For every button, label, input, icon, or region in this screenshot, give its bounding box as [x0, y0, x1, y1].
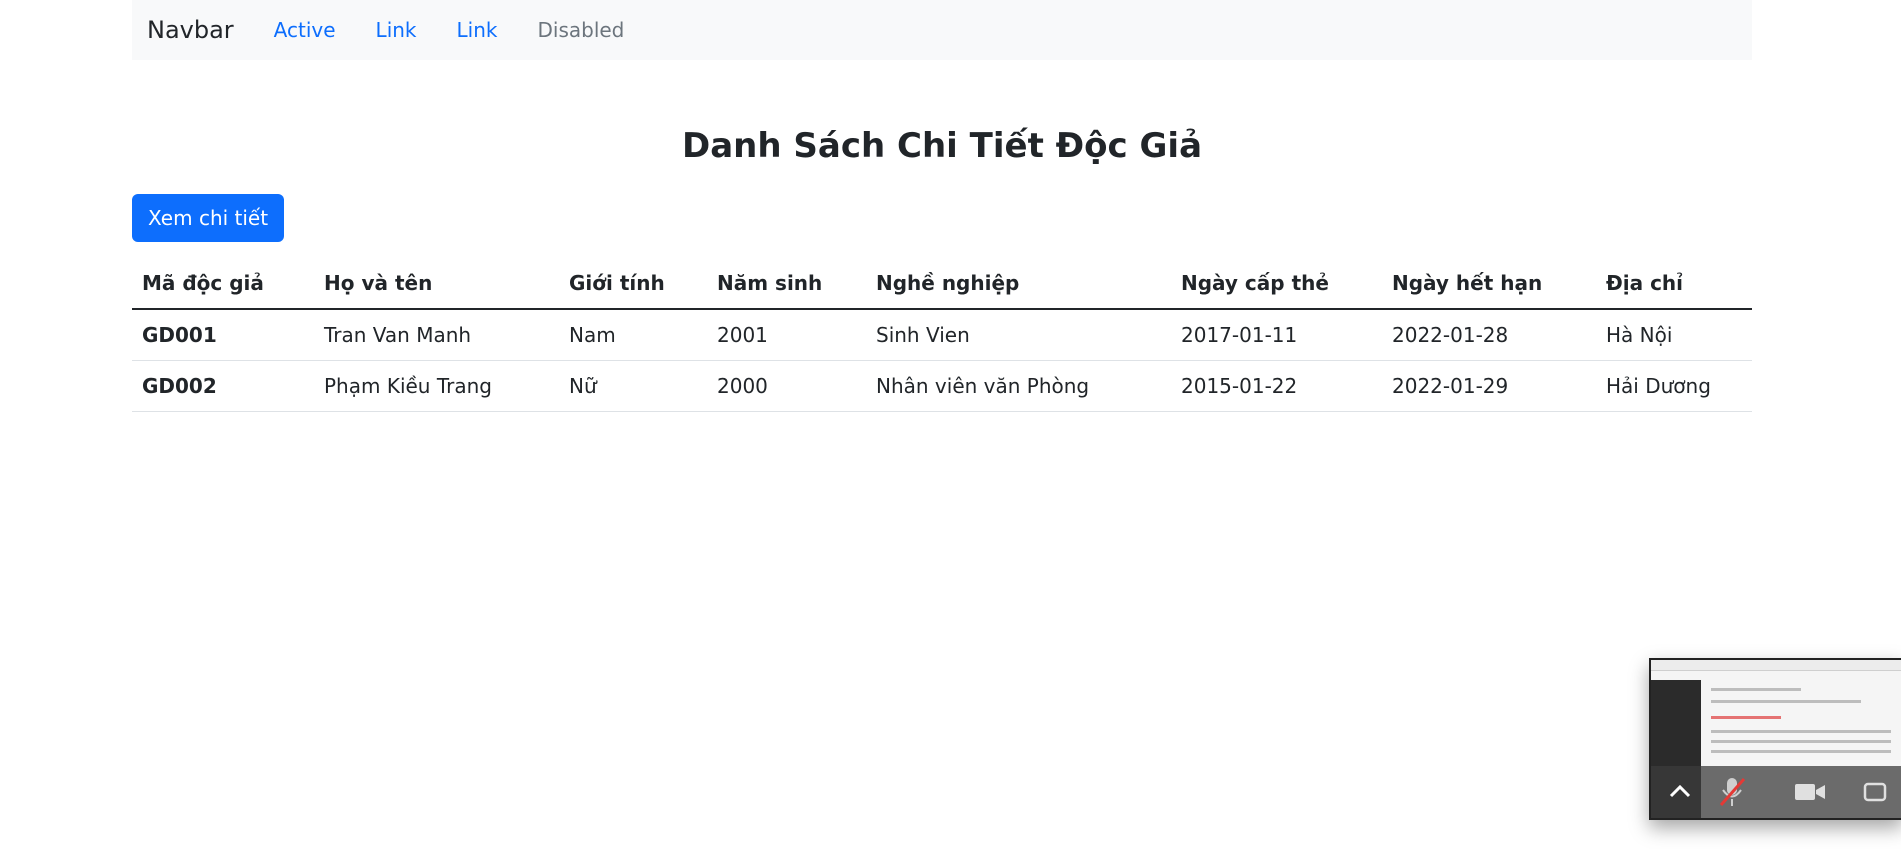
table-cell: GD001 — [132, 309, 314, 361]
table-cell: Sinh Vien — [866, 309, 1171, 361]
table-cell: 2000 — [707, 360, 866, 412]
table-cell: 2022-01-28 — [1382, 309, 1596, 361]
column-header: Năm sinh — [707, 258, 866, 310]
navbar: Navbar Active Link Link Disabled — [132, 0, 1752, 60]
share-screen-icon[interactable] — [1851, 769, 1897, 815]
table-cell: Phạm Kiều Trang — [314, 360, 559, 412]
column-header: Họ và tên — [314, 258, 559, 310]
column-header: Giới tính — [559, 258, 707, 310]
chevron-up-icon[interactable] — [1657, 769, 1703, 815]
microphone-muted-icon[interactable] — [1709, 769, 1755, 815]
table-cell: 2017-01-11 — [1171, 309, 1382, 361]
pip-video-overlay[interactable] — [1649, 658, 1901, 820]
table-cell: Hải Dương — [1596, 360, 1752, 412]
table-header-row: Mã độc giả Họ và tên Giới tính Năm sinh … — [132, 258, 1752, 310]
table-cell: Nữ — [559, 360, 707, 412]
nav-link-active[interactable]: Active — [274, 18, 336, 42]
table-cell: Tran Van Manh — [314, 309, 559, 361]
column-header: Ngày hết hạn — [1382, 258, 1596, 310]
nav-link-disabled: Disabled — [537, 18, 625, 42]
pip-content-line — [1711, 700, 1861, 703]
table-row: GD001 Tran Van Manh Nam 2001 Sinh Vien 2… — [132, 309, 1752, 361]
nav-link-2[interactable]: Link — [457, 18, 498, 42]
table-cell: Nam — [559, 309, 707, 361]
pip-content-line — [1711, 730, 1891, 733]
table-cell: Nhân viên văn Phòng — [866, 360, 1171, 412]
view-detail-button[interactable]: Xem chi tiết — [132, 194, 285, 242]
table-cell: GD002 — [132, 360, 314, 412]
table-cell: 2022-01-29 — [1382, 360, 1596, 412]
table-row: GD002 Phạm Kiều Trang Nữ 2000 Nhân viên … — [132, 360, 1752, 412]
table-cell: 2001 — [707, 309, 866, 361]
table-cell: 2015-01-22 — [1171, 360, 1382, 412]
pip-content-line — [1711, 716, 1781, 719]
page-title: Danh Sách Chi Tiết Độc Giả — [681, 126, 1203, 166]
pip-content-line — [1711, 750, 1891, 753]
nav-link-1[interactable]: Link — [376, 18, 417, 42]
column-header: Địa chỉ — [1596, 258, 1752, 310]
video-camera-icon[interactable] — [1787, 769, 1833, 815]
table-cell: Hà Nội — [1596, 309, 1752, 361]
column-header: Nghề nghiệp — [866, 258, 1171, 310]
column-header: Ngày cấp thẻ — [1171, 258, 1382, 310]
pip-window-topbar — [1651, 660, 1901, 671]
navbar-brand[interactable]: Navbar — [147, 16, 234, 44]
pip-content-line — [1711, 740, 1891, 743]
pip-control-bar — [1651, 766, 1901, 818]
pip-content-line — [1711, 688, 1801, 691]
page-container: Navbar Active Link Link Disabled Danh Sá… — [132, 0, 1752, 412]
column-header: Mã độc giả — [132, 258, 314, 310]
reader-table: Mã độc giả Họ và tên Giới tính Năm sinh … — [132, 258, 1752, 412]
